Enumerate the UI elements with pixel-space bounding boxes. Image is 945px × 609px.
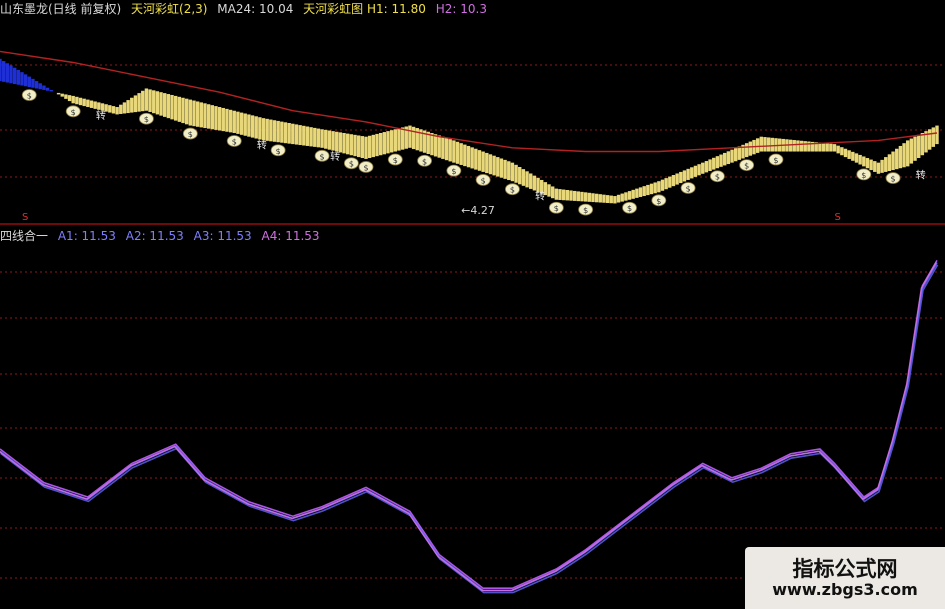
stock-title: 山东墨龙(日线 前复权) [0, 2, 122, 16]
rainbow-label: 天河彩虹图 [303, 2, 364, 16]
coin-label-18: $ [686, 184, 691, 193]
coin-label-2: $ [144, 115, 149, 124]
turn-label-4: 转 [916, 168, 926, 181]
coin-label-16: $ [627, 204, 632, 213]
turn-label-3: 转 [535, 189, 545, 202]
chart-window: $ $ $ $ $ $ $ $ $ $ $ $ $ $ $ $ $ $ $ $ $ $ $ $ 转转转转转 ←4.27 S S 山东墨… [0, 0, 945, 609]
coin-label-21: $ [773, 156, 778, 165]
a4-value: A4: 11.53 [261, 229, 320, 243]
watermark-title: 指标公式网 [792, 557, 898, 581]
coin-label-7: $ [349, 160, 354, 169]
coin-label-8: $ [363, 163, 368, 172]
a3-value: A3: 11.53 [193, 229, 252, 243]
turn-label-0: 转 [96, 109, 106, 122]
coin-label-23: $ [891, 175, 896, 184]
coin-label-19: $ [715, 173, 720, 182]
series-line-a2 [0, 262, 938, 592]
indicator-name: 天河彩虹(2,3) [131, 2, 208, 16]
coin-label-3: $ [188, 130, 193, 139]
coin-label-20: $ [744, 162, 749, 171]
a1-value: A1: 11.53 [57, 229, 116, 243]
coin-label-14: $ [554, 204, 559, 213]
indicator-four-lines: 四线合一 [0, 229, 49, 243]
h2-value: H2: 10.3 [435, 2, 487, 16]
top-panel-header: 山东墨龙(日线 前复权) 天河彩虹(2,3) MA24: 10.04 天河彩虹图… [0, 2, 493, 16]
series-line-a3 [0, 264, 939, 594]
sell-signal-0: S [22, 212, 28, 223]
ma24-value: MA24: 10.04 [217, 2, 294, 16]
watermark-url: www.zbgs3.com [772, 580, 918, 599]
coin-label-5: $ [276, 147, 281, 156]
sell-signal-1: S [835, 212, 841, 223]
coin-label-11: $ [451, 167, 456, 176]
coin-label-12: $ [481, 176, 486, 185]
site-watermark: 指标公式网 www.zbgs3.com [745, 547, 945, 609]
series-line-a4 [0, 262, 937, 592]
a2-value: A2: 11.53 [125, 229, 184, 243]
coin-label-22: $ [861, 171, 866, 180]
coin-label-9: $ [393, 156, 398, 165]
coin-label-17: $ [656, 197, 661, 206]
turn-label-1: 转 [257, 139, 267, 152]
bottom-panel-header: 四线合一 A1: 11.53 A2: 11.53 A3: 11.53 A4: 1… [0, 229, 326, 243]
coin-label-4: $ [232, 137, 237, 146]
coin-label-0: $ [27, 91, 32, 100]
coin-label-6: $ [320, 152, 325, 161]
h1-value: H1: 11.80 [367, 2, 426, 16]
turn-label-2: 转 [330, 150, 340, 163]
coin-label-15: $ [583, 206, 588, 215]
series-line-a1 [0, 260, 938, 589]
chart-canvas[interactable]: $$$$$$$$ $$ $$$$$ $ $$$$$$$ $转转转转转←4.27S S [0, 0, 945, 609]
coin-label-10: $ [422, 157, 427, 166]
coin-label-13: $ [510, 186, 515, 195]
low-price-marker: ←4.27 [461, 204, 495, 217]
coin-label-1: $ [71, 108, 76, 117]
